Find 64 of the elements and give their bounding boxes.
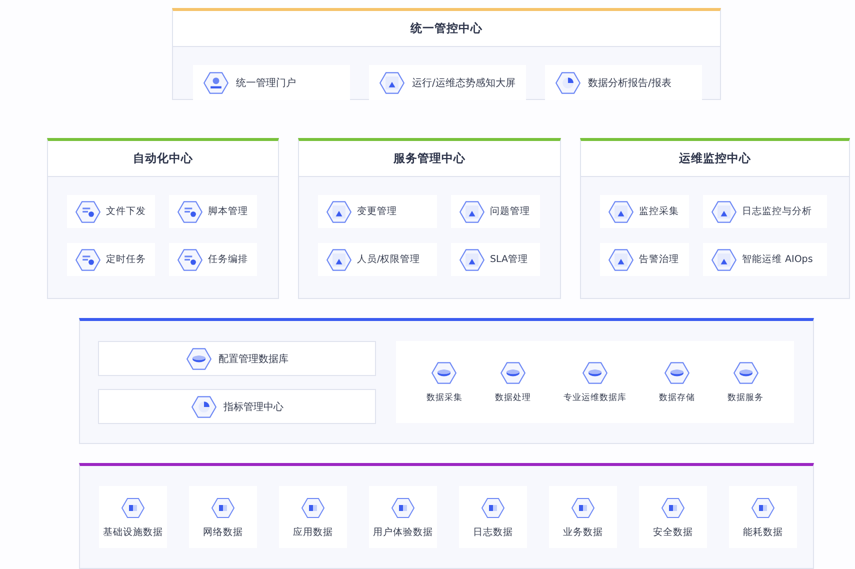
module-label: 数据分析报告/报表: [588, 76, 672, 90]
module-label: 网络数据: [203, 526, 243, 538]
document-hexagon-icon: [75, 198, 101, 224]
module-label: 告警治理: [639, 253, 679, 266]
panel-title: 自动化中心: [48, 141, 278, 177]
module-label: 运行/运维态势感知大屏: [412, 76, 516, 90]
module-label: 日志监控与分析: [742, 205, 812, 218]
pie-chart-hexagon-icon: [555, 70, 581, 96]
module-label: 任务编排: [208, 253, 248, 266]
module-label: 业务数据: [563, 526, 603, 538]
document-hexagon-icon: [177, 198, 203, 224]
triangle-hexagon-icon: [608, 246, 634, 272]
module-label: 统一管理门户: [236, 76, 296, 90]
module-label: 文件下发: [106, 205, 146, 218]
triangle-hexagon-icon: [459, 198, 485, 224]
cube-hexagon-icon: [211, 496, 235, 520]
triangle-hexagon-icon: [326, 246, 352, 272]
module-label: 数据处理: [494, 392, 531, 404]
panel-title: 统一管控中心: [173, 11, 720, 47]
module-label: SLA管理: [490, 253, 528, 266]
module-label: 能耗数据: [743, 526, 783, 538]
module-label: 监控采集: [639, 205, 679, 218]
panel-title: 服务管理中心: [299, 141, 560, 177]
module-label: 专业运维数据库: [563, 392, 626, 404]
cube-hexagon-icon: [391, 496, 415, 520]
module-label: 应用数据: [293, 526, 333, 538]
module-label: 安全数据: [653, 526, 693, 538]
triangle-hexagon-icon: [459, 246, 485, 272]
panel-title: 运维监控中心: [581, 141, 849, 177]
cube-hexagon-icon: [661, 496, 685, 520]
cube-hexagon-icon: [301, 496, 325, 520]
module-label: 问题管理: [490, 205, 530, 218]
pie-chart-hexagon-icon: [190, 394, 216, 420]
document-hexagon-icon: [75, 246, 101, 272]
triangle-hexagon-icon: [711, 246, 737, 272]
module-label: 数据服务: [728, 392, 764, 404]
disk-hexagon-icon: [500, 360, 526, 386]
person-hexagon-icon: [203, 70, 229, 96]
cube-hexagon-icon: [481, 496, 505, 520]
module-label: 人员/权限管理: [357, 253, 420, 266]
module-label: 指标管理中心: [224, 400, 284, 414]
module-label: 变更管理: [357, 205, 397, 218]
cube-hexagon-icon: [751, 496, 775, 520]
module-label: 用户体验数据: [373, 526, 433, 538]
module-label: 数据采集: [426, 392, 462, 404]
module-label: 基础设施数据: [103, 526, 163, 538]
triangle-hexagon-icon: [711, 198, 737, 224]
cube-hexagon-icon: [571, 496, 595, 520]
triangle-hexagon-icon: [326, 198, 352, 224]
disk-hexagon-icon: [732, 360, 759, 386]
disk-hexagon-icon: [582, 360, 608, 386]
triangle-hexagon-icon: [608, 198, 634, 224]
module-label: 脚本管理: [208, 205, 248, 218]
module-label: 配置管理数据库: [218, 352, 288, 366]
disk-hexagon-icon: [186, 346, 212, 372]
module-label: 日志数据: [473, 526, 513, 538]
disk-hexagon-icon: [664, 360, 690, 386]
document-hexagon-icon: [177, 246, 203, 272]
module-label: 智能运维 AIOps: [742, 253, 813, 266]
disk-hexagon-icon: [431, 360, 458, 386]
cube-hexagon-icon: [121, 496, 145, 520]
module-label: 定时任务: [106, 253, 146, 266]
triangle-hexagon-icon: [379, 70, 405, 96]
module-label: 数据存储: [659, 392, 696, 404]
